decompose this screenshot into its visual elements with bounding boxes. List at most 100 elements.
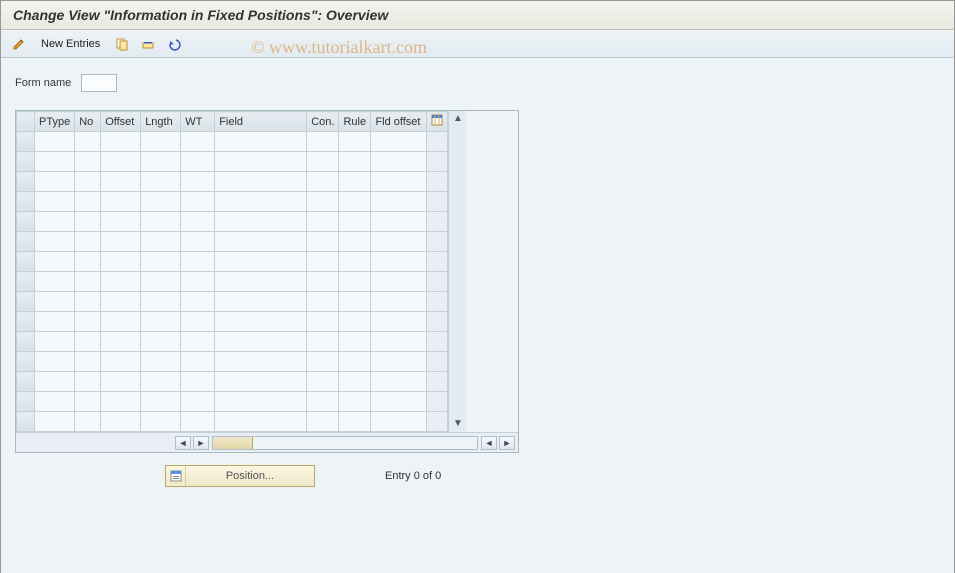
grid-cell[interactable] — [35, 252, 75, 272]
change-icon[interactable] — [9, 34, 29, 54]
row-selector[interactable] — [17, 232, 35, 252]
grid-cell[interactable] — [75, 132, 101, 152]
grid-cell[interactable] — [75, 352, 101, 372]
copy-icon[interactable] — [112, 34, 132, 54]
grid-cell[interactable] — [215, 212, 307, 232]
grid-cell[interactable] — [75, 412, 101, 432]
grid-cell[interactable] — [215, 172, 307, 192]
grid-cell[interactable] — [215, 232, 307, 252]
grid-cell[interactable] — [339, 252, 371, 272]
grid-cell[interactable] — [307, 332, 339, 352]
grid-cell[interactable] — [339, 192, 371, 212]
row-selector[interactable] — [17, 192, 35, 212]
grid-cell[interactable] — [35, 152, 75, 172]
delete-icon[interactable] — [138, 34, 158, 54]
grid-cell[interactable] — [101, 412, 141, 432]
column-header[interactable]: Con. — [307, 112, 339, 132]
hscroll-thumb[interactable] — [213, 437, 253, 449]
scroll-right-end-icon[interactable]: ► — [499, 436, 515, 450]
grid-cell[interactable] — [35, 372, 75, 392]
grid-cell[interactable] — [215, 292, 307, 312]
grid-cell[interactable] — [141, 372, 181, 392]
position-button[interactable]: Position... — [165, 465, 315, 487]
grid-cell[interactable] — [75, 272, 101, 292]
grid-cell[interactable] — [339, 292, 371, 312]
scroll-right-icon[interactable]: ► — [193, 436, 209, 450]
row-selector[interactable] — [17, 332, 35, 352]
grid-cell[interactable] — [101, 152, 141, 172]
grid-cell[interactable] — [101, 272, 141, 292]
grid-cell[interactable] — [371, 332, 427, 352]
grid-cell[interactable] — [35, 392, 75, 412]
grid-cell[interactable] — [75, 192, 101, 212]
table-settings-icon[interactable] — [427, 112, 448, 132]
grid-cell[interactable] — [215, 132, 307, 152]
column-header[interactable]: PType — [35, 112, 75, 132]
column-header[interactable]: Rule — [339, 112, 371, 132]
grid-cell[interactable] — [101, 232, 141, 252]
grid-cell[interactable] — [307, 412, 339, 432]
grid-cell[interactable] — [141, 152, 181, 172]
grid-cell[interactable] — [339, 312, 371, 332]
row-selector[interactable] — [17, 252, 35, 272]
scroll-down-icon[interactable]: ▼ — [453, 418, 463, 430]
column-header[interactable]: Fld offset — [371, 112, 427, 132]
grid-cell[interactable] — [181, 392, 215, 412]
grid-cell[interactable] — [371, 312, 427, 332]
grid-cell[interactable] — [101, 172, 141, 192]
row-selector[interactable] — [17, 392, 35, 412]
grid-cell[interactable] — [181, 412, 215, 432]
grid-cell[interactable] — [75, 332, 101, 352]
grid-cell[interactable] — [35, 412, 75, 432]
grid-cell[interactable] — [141, 392, 181, 412]
grid-cell[interactable] — [75, 392, 101, 412]
grid-cell[interactable] — [101, 132, 141, 152]
grid-cell[interactable] — [371, 252, 427, 272]
grid-cell[interactable] — [215, 412, 307, 432]
grid-cell[interactable] — [339, 392, 371, 412]
column-header[interactable]: No — [75, 112, 101, 132]
grid-cell[interactable] — [181, 292, 215, 312]
grid-cell[interactable] — [215, 372, 307, 392]
grid-cell[interactable] — [307, 252, 339, 272]
grid-cell[interactable] — [181, 372, 215, 392]
grid-cell[interactable] — [371, 152, 427, 172]
column-header[interactable]: Lngth — [141, 112, 181, 132]
grid-cell[interactable] — [371, 192, 427, 212]
grid-cell[interactable] — [371, 132, 427, 152]
grid-cell[interactable] — [101, 212, 141, 232]
grid-cell[interactable] — [181, 212, 215, 232]
grid-cell[interactable] — [371, 292, 427, 312]
row-selector[interactable] — [17, 292, 35, 312]
grid-cell[interactable] — [307, 172, 339, 192]
row-selector[interactable] — [17, 372, 35, 392]
grid-cell[interactable] — [141, 292, 181, 312]
grid-cell[interactable] — [339, 152, 371, 172]
grid-cell[interactable] — [339, 212, 371, 232]
grid-cell[interactable] — [215, 352, 307, 372]
grid-cell[interactable] — [215, 192, 307, 212]
row-selector[interactable] — [17, 352, 35, 372]
grid-cell[interactable] — [75, 232, 101, 252]
grid-cell[interactable] — [307, 272, 339, 292]
grid-cell[interactable] — [181, 252, 215, 272]
grid-cell[interactable] — [215, 332, 307, 352]
grid-cell[interactable] — [101, 332, 141, 352]
grid-cell[interactable] — [35, 332, 75, 352]
grid-cell[interactable] — [371, 392, 427, 412]
row-selector[interactable] — [17, 272, 35, 292]
grid-cell[interactable] — [141, 412, 181, 432]
grid-cell[interactable] — [339, 132, 371, 152]
grid-cell[interactable] — [215, 252, 307, 272]
grid-cell[interactable] — [181, 132, 215, 152]
grid-cell[interactable] — [307, 132, 339, 152]
form-name-field[interactable] — [81, 74, 117, 92]
grid-cell[interactable] — [307, 312, 339, 332]
grid-cell[interactable] — [307, 372, 339, 392]
grid-cell[interactable] — [141, 132, 181, 152]
grid-cell[interactable] — [35, 352, 75, 372]
grid-cell[interactable] — [181, 232, 215, 252]
grid-cell[interactable] — [215, 312, 307, 332]
grid-cell[interactable] — [101, 312, 141, 332]
vertical-scrollbar[interactable]: ▲ ▼ — [448, 111, 466, 432]
